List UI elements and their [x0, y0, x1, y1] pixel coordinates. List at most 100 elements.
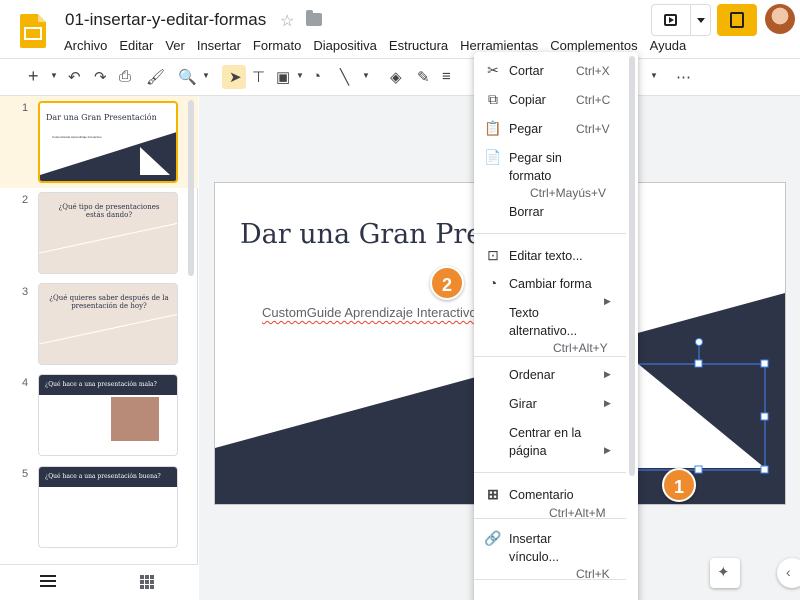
menu-item-paste-plain-line2[interactable]: formato	[509, 167, 551, 185]
menu-editar[interactable]: Editar	[113, 36, 159, 55]
border-color-icon[interactable]: ✎	[417, 68, 430, 86]
slide-number: 1	[22, 102, 29, 114]
slide-thumbnail-1[interactable]: Dar una Gran Presentación CustomGuide Ap…	[38, 101, 178, 183]
print-icon[interactable]: ⎙	[119, 68, 131, 85]
copy-shortcut: Ctrl+C	[576, 93, 611, 107]
context-menu-scrollbar[interactable]	[629, 56, 635, 476]
slide-thumbnail-2[interactable]: ¿Qué tipo de presentaciones estás dando?	[38, 192, 178, 274]
add-comment-icon: ⊞	[487, 486, 499, 502]
slide-number: 5	[22, 468, 29, 480]
more-options-icon[interactable]: ⋯	[676, 68, 691, 86]
app-window: 01-insertar-y-editar-formas ☆ Archivo Ed…	[0, 0, 800, 600]
menu-estructura[interactable]: Estructura	[383, 36, 454, 55]
menu-formato[interactable]: Formato	[247, 36, 307, 55]
toolbar: + ▼ ↶ ↷ ⎙ 🖌 🔍 ▼ ➤ ⊤ ▣ ▼ ◔ ╲ ▼ ◈ ✎ ≡ ▼ ⋯	[0, 58, 800, 96]
line-icon[interactable]: ╲	[340, 68, 349, 86]
slides-logo-icon[interactable]	[20, 14, 46, 48]
submenu-arrow-icon: ▶	[604, 398, 611, 408]
new-slide-icon[interactable]: +	[28, 66, 39, 87]
menu-item-order[interactable]: Ordenar	[509, 366, 555, 384]
menu-item-edit-text[interactable]: Editar texto...	[509, 247, 583, 265]
thumbnail-photo	[111, 397, 159, 441]
thumbnail-title: ¿Qué hace a una presentación buena?	[45, 473, 161, 480]
chevron-down-icon[interactable]: ▼	[50, 71, 58, 80]
border-weight-icon[interactable]: ≡	[442, 68, 451, 85]
menu-separator	[474, 356, 626, 357]
chevron-down-icon[interactable]: ▼	[296, 71, 304, 80]
submenu-arrow-icon: ▶	[604, 296, 611, 306]
present-button[interactable]	[651, 4, 711, 36]
menu-item-copy[interactable]: Copiar	[509, 91, 546, 109]
document-title[interactable]: 01-insertar-y-editar-formas	[65, 10, 266, 30]
menu-archivo[interactable]: Archivo	[58, 36, 113, 55]
thumbnail-shape	[40, 132, 176, 181]
menu-separator	[474, 579, 626, 580]
cut-shortcut: Ctrl+X	[576, 64, 610, 78]
fill-color-icon[interactable]: ◈	[390, 68, 402, 86]
zoom-icon[interactable]: 🔍	[178, 68, 197, 86]
header: 01-insertar-y-editar-formas ☆ Archivo Ed…	[0, 0, 800, 58]
paste-plain-icon: 📄	[484, 149, 502, 165]
menu-separator	[474, 518, 626, 519]
thumbnail-shape	[39, 222, 177, 254]
explore-button[interactable]	[710, 558, 740, 588]
menu-item-insert-link-line2[interactable]: vínculo...	[509, 548, 559, 566]
menu-insertar[interactable]: Insertar	[191, 36, 247, 55]
menu-diapositiva[interactable]: Diapositiva	[307, 36, 383, 55]
menu-item-insert-link[interactable]: Insertar	[509, 530, 551, 548]
image-icon[interactable]: ▣	[276, 68, 290, 86]
cursor-icon[interactable]: ➤	[229, 68, 242, 86]
chevron-left-icon[interactable]: ‹	[777, 558, 800, 588]
chevron-down-icon[interactable]	[697, 18, 705, 23]
folder-icon[interactable]	[306, 10, 322, 26]
menu-item-comment[interactable]: Comentario	[509, 486, 574, 504]
menu-item-rotate[interactable]: Girar	[509, 395, 537, 413]
menu-separator	[474, 233, 626, 234]
list-view-icon[interactable]	[40, 575, 56, 587]
menu-item-center-line2[interactable]: página	[509, 442, 547, 460]
slide-number: 2	[22, 194, 29, 206]
star-icon[interactable]: ☆	[280, 11, 294, 31]
slide-thumbnail-4[interactable]: ¿Qué hace a una presentación mala?	[38, 374, 178, 456]
menu-item-paste-plain[interactable]: Pegar sin	[509, 149, 562, 167]
slide-number: 3	[22, 286, 29, 298]
lock-icon	[730, 12, 744, 28]
text-box-icon[interactable]: ⊤	[252, 68, 265, 86]
menu-item-alt-text-line2[interactable]: alternativo...	[509, 322, 577, 340]
grid-view-icon[interactable]	[140, 575, 154, 589]
chevron-down-icon[interactable]: ▼	[362, 71, 370, 80]
undo-icon[interactable]: ↶	[68, 68, 81, 86]
menu-ver[interactable]: Ver	[159, 36, 191, 55]
paste-plain-shortcut: Ctrl+Mayús+V	[530, 186, 607, 200]
submenu-arrow-icon: ▶	[604, 369, 611, 379]
link-icon: 🔗	[484, 530, 502, 546]
chevron-down-icon[interactable]: ▼	[202, 71, 210, 80]
menu-item-cut[interactable]: Cortar	[509, 62, 544, 80]
menu-item-change-shape[interactable]: Cambiar forma	[509, 275, 592, 293]
copy-icon: ⧉	[488, 91, 498, 107]
slide-filmstrip: 1 Dar una Gran Presentación CustomGuide …	[0, 96, 198, 600]
filmstrip-scrollbar[interactable]	[188, 100, 194, 276]
thumbnail-shape	[39, 313, 177, 345]
chevron-down-icon[interactable]: ▼	[650, 71, 658, 80]
menu-item-center[interactable]: Centrar en la	[509, 424, 581, 442]
filmstrip-footer	[0, 564, 198, 600]
avatar[interactable]	[765, 4, 795, 34]
slide-thumbnail-5[interactable]: ¿Qué hace a una presentación buena?	[38, 466, 178, 548]
callout-badge-1: 1	[662, 468, 696, 502]
shape-icon[interactable]: ◔	[312, 68, 321, 85]
change-shape-icon: ◔	[488, 275, 498, 291]
context-menu: ✂ Cortar Ctrl+X ⧉ Copiar Ctrl+C 📋 Pegar …	[474, 52, 638, 600]
menu-ayuda[interactable]: Ayuda	[644, 36, 693, 55]
menu-item-delete[interactable]: Borrar	[509, 203, 544, 221]
menu-separator	[474, 472, 626, 473]
share-button[interactable]	[717, 4, 757, 36]
menu-item-alt-text[interactable]: Texto	[509, 304, 539, 322]
slide-thumbnail-3[interactable]: ¿Qué quieres saber después de la present…	[38, 283, 178, 365]
paint-format-icon[interactable]: 🖌	[146, 68, 165, 86]
alt-text-shortcut: Ctrl+Alt+Y	[553, 341, 608, 355]
thumbnail-title: ¿Qué hace a una presentación mala?	[45, 381, 157, 388]
menu-item-paste[interactable]: Pegar	[509, 120, 542, 138]
edit-text-icon: ⊡	[487, 247, 499, 263]
redo-icon[interactable]: ↷	[94, 68, 107, 86]
